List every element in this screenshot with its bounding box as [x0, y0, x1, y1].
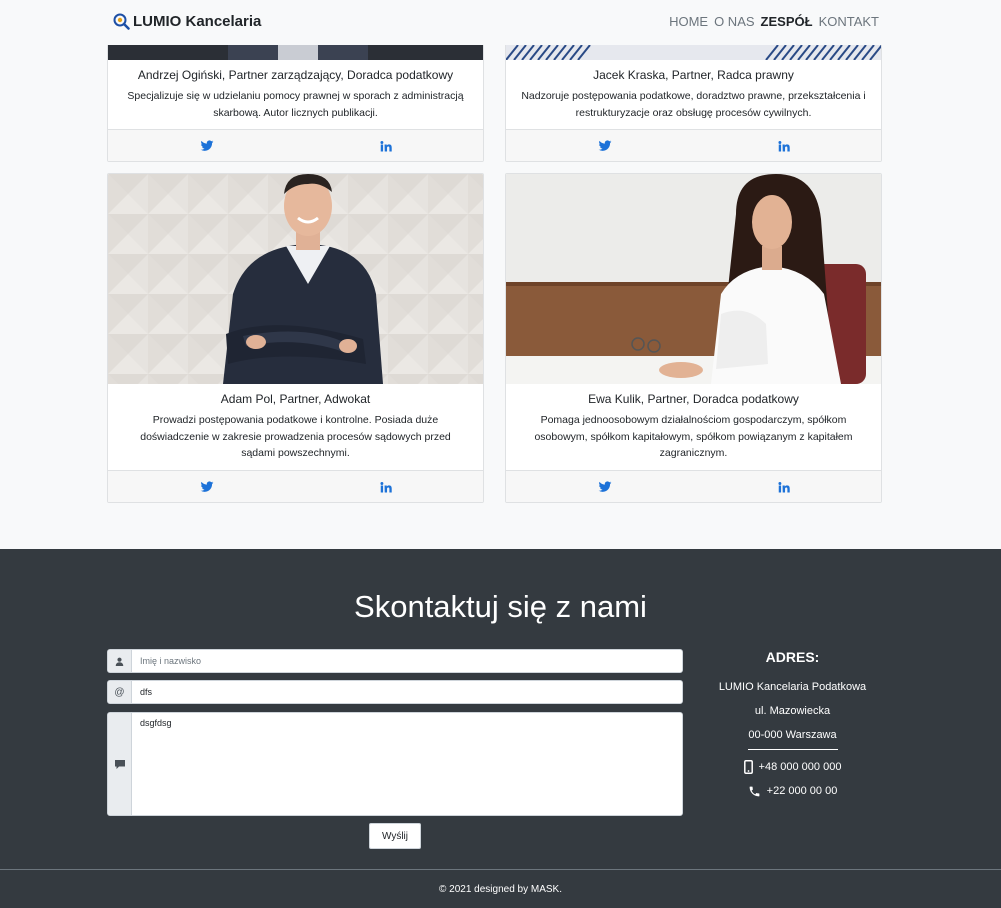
team-photo: [108, 174, 483, 384]
member-description: Pomaga jednoosobowym działalnościom gosp…: [534, 414, 853, 459]
address-block: ADRES: LUMIO Kancelaria Podatkowa ul. Ma…: [705, 649, 880, 803]
nav-kontakt[interactable]: KONTAKT: [819, 14, 879, 29]
phone-number: +22 000 00 00: [766, 785, 838, 797]
member-name: Ewa Kulik, Partner, Doradca podatkowy: [588, 392, 799, 406]
card-footer: [506, 470, 881, 502]
twitter-icon[interactable]: [200, 480, 214, 494]
magnifier-logo-icon: [113, 13, 130, 30]
address-divider: [747, 749, 838, 750]
mobile-phone-icon: [743, 760, 753, 774]
at-icon: @: [108, 681, 132, 703]
mobile-number: +48 000 000 000: [758, 761, 842, 773]
message-textarea[interactable]: dsgfdsg: [132, 713, 682, 815]
nav-home[interactable]: HOME: [669, 14, 708, 29]
nav-links: HOME O NAS ZESPÓŁ KONTAKT: [663, 14, 879, 29]
twitter-icon[interactable]: [200, 139, 214, 153]
comment-icon: [108, 713, 132, 815]
email-input[interactable]: [132, 681, 682, 703]
card-footer: [108, 129, 483, 161]
card-footer: [108, 470, 483, 502]
nav-o-nas[interactable]: O NAS: [714, 14, 754, 29]
message-field-group: dsgfdsg: [107, 712, 683, 816]
brand[interactable]: LUMIO Kancelaria: [113, 13, 261, 30]
phone-row: +22 000 00 00: [705, 779, 880, 803]
nav-zespol[interactable]: ZESPÓŁ: [761, 14, 813, 29]
send-button[interactable]: Wyślij: [369, 823, 421, 849]
address-city: 00-000 Warszawa: [748, 729, 837, 741]
address-company: LUMIO Kancelaria Podatkowa: [718, 681, 867, 693]
name-input[interactable]: [132, 650, 682, 672]
mobile-row: +48 000 000 000: [705, 755, 880, 779]
linkedin-icon[interactable]: [379, 139, 393, 153]
twitter-icon[interactable]: [598, 480, 612, 494]
address-title: ADRES:: [765, 649, 820, 665]
member-description: Prowadzi postępowania podatkowe i kontro…: [140, 414, 451, 459]
linkedin-icon[interactable]: [777, 139, 791, 153]
card-footer: [506, 129, 881, 161]
footer: © 2021 designed by MASK.: [0, 869, 1001, 908]
team-photo: [506, 174, 881, 384]
address-street: ul. Mazowiecka: [754, 705, 831, 717]
contact-section: Skontaktuj się z nami @ dsgfdsg Wyślij A…: [0, 549, 1001, 869]
linkedin-icon[interactable]: [777, 480, 791, 494]
member-name: Andrzej Ogiński, Partner zarządzający, D…: [137, 68, 454, 82]
phone-icon: [749, 786, 760, 796]
name-field-group: [107, 649, 683, 673]
user-icon: [108, 650, 132, 672]
team-card: Ewa Kulik, Partner, Doradca podatkowy Po…: [505, 173, 882, 503]
linkedin-icon[interactable]: [379, 480, 393, 494]
team-card: Adam Pol, Partner, Adwokat Prowadzi post…: [107, 173, 484, 503]
member-name: Adam Pol, Partner, Adwokat: [220, 392, 371, 406]
member-description: Nadzoruje postępowania podatkowe, doradz…: [521, 90, 866, 119]
member-name: Jacek Kraska, Partner, Radca prawny: [593, 68, 794, 82]
email-field-group: @: [107, 680, 683, 704]
twitter-icon[interactable]: [598, 139, 612, 153]
footer-credits: © 2021 designed by MASK.: [439, 884, 562, 895]
member-description: Specjalizuje się w udzielaniu pomocy pra…: [127, 90, 464, 119]
brand-name: LUMIO Kancelaria: [133, 13, 262, 30]
contact-title: Skontaktuj się z nami: [354, 589, 647, 624]
navbar: LUMIO Kancelaria HOME O NAS ZESPÓŁ KONTA…: [0, 0, 1001, 45]
